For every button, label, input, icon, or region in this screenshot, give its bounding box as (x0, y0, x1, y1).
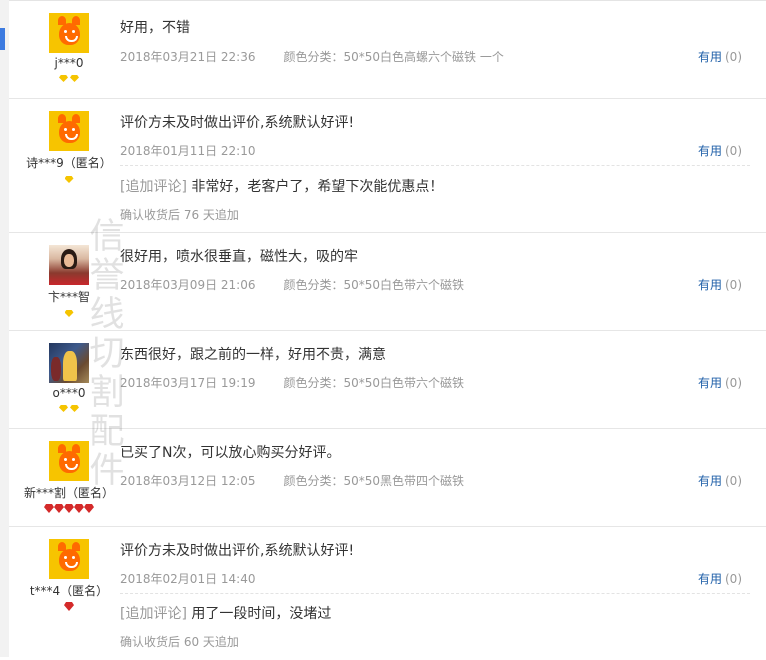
append-label: [追加评论] (120, 606, 187, 622)
reviewer-level (9, 504, 129, 516)
diamond-icon (64, 176, 74, 183)
reviewer-name[interactable]: j***0 (9, 56, 129, 70)
diamond-icon (64, 310, 74, 317)
useful-count: (0) (725, 144, 742, 158)
avatar[interactable] (49, 441, 89, 481)
review-date: 2018年03月09日 21:06 (120, 278, 256, 292)
review-date: 2018年03月17日 19:19 (120, 376, 256, 390)
diamond-icon (70, 75, 79, 82)
reviewer-info: t***4（匿名） (9, 539, 129, 614)
review-item: 诗***9（匿名） 评价方未及时做出评价,系统默认好评! 2018年01月11日… (9, 99, 766, 233)
append-note: 确认收货后 60 天追加 (120, 635, 239, 649)
review-date: 2018年02月01日 14:40 (120, 572, 256, 586)
review-date: 2018年01月11日 22:10 (120, 144, 256, 158)
diamond-icon (59, 405, 68, 412)
reviewer-level (9, 403, 129, 415)
review-meta: 2018年01月11日 22:10 (120, 142, 750, 159)
avatar[interactable] (49, 13, 89, 53)
useful-button[interactable]: 有用 (0) (698, 374, 742, 391)
reviewer-level (9, 174, 129, 186)
review-text: 很好用，喷水很垂直，磁性大，吸的牢 (120, 249, 358, 265)
useful-button[interactable]: 有用 (0) (698, 142, 742, 159)
review-text: 评价方未及时做出评价,系统默认好评! (120, 543, 355, 559)
useful-button[interactable]: 有用 (0) (698, 48, 742, 65)
reviewer-level (9, 602, 129, 614)
useful-count: (0) (725, 278, 742, 292)
reviewer-name[interactable]: 卞***智 (9, 288, 129, 305)
review-meta: 2018年03月17日 19:19 颜色分类：50*50白色带六个磁铁 (120, 374, 750, 391)
review-text: 已买了N次，可以放心购买分好评。 (120, 445, 341, 461)
reviewer-name[interactable]: 新***割（匿名） (9, 484, 129, 501)
heart-icon (44, 504, 54, 513)
useful-count: (0) (725, 376, 742, 390)
review-sku: 颜色分类：50*50黑色带四个磁铁 (283, 474, 465, 488)
reviewer-level (9, 308, 129, 320)
review-sku: 颜色分类：50*50白色高螺六个磁铁 一个 (283, 50, 504, 64)
review-item: 卞***智 很好用，喷水很垂直，磁性大，吸的牢 2018年03月09日 21:0… (9, 233, 766, 331)
review-item: t***4（匿名） 评价方未及时做出评价,系统默认好评! 2018年02月01日… (9, 527, 766, 660)
review-item: 新***割（匿名） 已买了N次，可以放心购买分好评。 2018年03月12日 1… (9, 429, 766, 527)
useful-count: (0) (725, 50, 742, 64)
review-meta: 2018年03月21日 22:36 颜色分类：50*50白色高螺六个磁铁 一个 (120, 48, 750, 65)
append-comment: [追加评论] 非常好，老客户了，希望下次能优惠点！ (120, 176, 750, 196)
reviewer-name[interactable]: t***4（匿名） (9, 582, 129, 599)
reviewer-info: 卞***智 (9, 245, 129, 320)
reviewer-info: 新***割（匿名） (9, 441, 129, 516)
review-date: 2018年03月21日 22:36 (120, 50, 256, 64)
append-comment: [追加评论] 用了一段时间，没堵过 (120, 603, 750, 623)
append-text: 非常好，老客户了，希望下次能优惠点！ (191, 179, 444, 195)
left-strip (0, 0, 9, 657)
heart-icon (64, 602, 74, 611)
review-list: j***0 好用，不错 2018年03月21日 22:36 颜色分类：50*50白… (9, 0, 766, 658)
reviewer-name[interactable]: 诗***9（匿名） (9, 154, 129, 171)
heart-icon (64, 504, 74, 513)
avatar[interactable] (49, 539, 89, 579)
heart-icon (84, 504, 94, 513)
review-date: 2018年03月12日 12:05 (120, 474, 256, 488)
review-text: 东西很好，跟之前的一样，好用不贵，满意 (120, 347, 386, 363)
reviewer-info: 诗***9（匿名） (9, 111, 129, 186)
reviewer-info: o***0 (9, 343, 129, 415)
reviewer-level (9, 73, 129, 85)
review-meta: 2018年02月01日 14:40 (120, 570, 750, 587)
useful-button[interactable]: 有用 (0) (698, 472, 742, 489)
useful-button[interactable]: 有用 (0) (698, 570, 742, 587)
review-sku: 颜色分类：50*50白色带六个磁铁 (283, 376, 465, 390)
append-label: [追加评论] (120, 179, 187, 195)
review-text: 好用，不错 (120, 20, 190, 36)
reviewer-name[interactable]: o***0 (9, 386, 129, 400)
diamond-icon (59, 75, 68, 82)
append-text: 用了一段时间，没堵过 (191, 606, 332, 622)
left-active-marker (0, 28, 5, 50)
review-item: j***0 好用，不错 2018年03月21日 22:36 颜色分类：50*50白… (9, 1, 766, 99)
useful-count: (0) (725, 572, 742, 586)
avatar[interactable] (49, 343, 89, 383)
reviewer-info: j***0 (9, 13, 129, 85)
review-meta: 2018年03月09日 21:06 颜色分类：50*50白色带六个磁铁 (120, 276, 750, 293)
avatar[interactable] (49, 111, 89, 151)
useful-button[interactable]: 有用 (0) (698, 276, 742, 293)
avatar[interactable] (49, 245, 89, 285)
diamond-icon (70, 405, 79, 412)
review-meta: 2018年03月12日 12:05 颜色分类：50*50黑色带四个磁铁 (120, 472, 750, 489)
append-divider (120, 593, 750, 594)
useful-count: (0) (725, 474, 742, 488)
heart-icon (54, 504, 64, 513)
heart-icon (74, 504, 84, 513)
append-note: 确认收货后 76 天追加 (120, 208, 239, 222)
append-divider (120, 165, 750, 166)
review-text: 评价方未及时做出评价,系统默认好评! (120, 115, 355, 131)
review-item: o***0 东西很好，跟之前的一样，好用不贵，满意 2018年03月17日 19… (9, 331, 766, 429)
review-sku: 颜色分类：50*50白色带六个磁铁 (283, 278, 465, 292)
